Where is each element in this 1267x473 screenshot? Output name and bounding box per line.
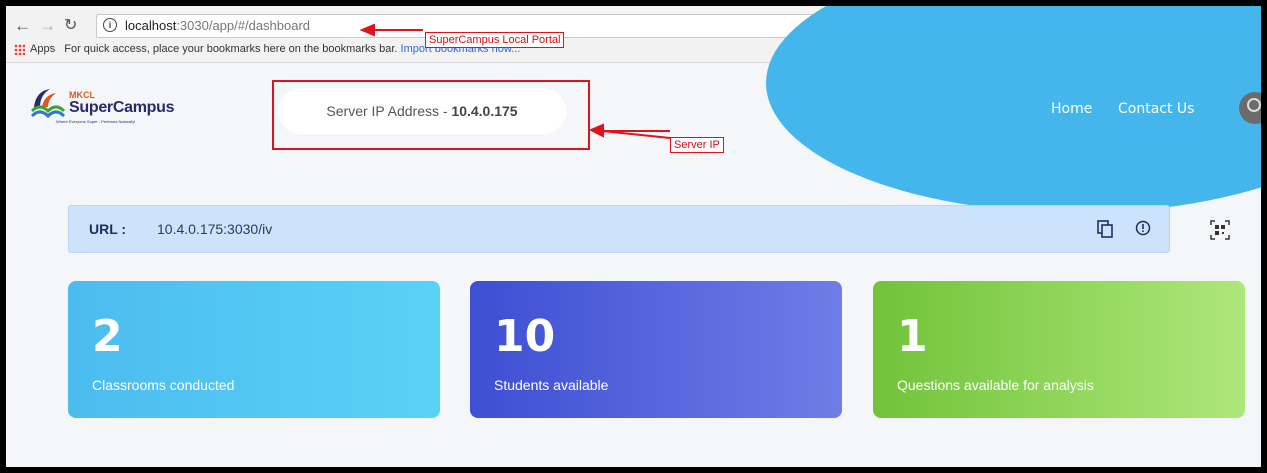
server-ip-highlight-box (272, 80, 590, 150)
url-strip: URL : 10.4.0.175:3030/iv (68, 205, 1170, 253)
nav-contact-link[interactable]: Contact Us (1118, 101, 1194, 117)
logo-tagline: Where Everyone Super - Performs Naturall… (56, 119, 136, 124)
info-circle-icon[interactable] (1135, 220, 1151, 236)
stat-number: 10 (494, 311, 556, 362)
stat-caption: Questions available for analysis (897, 377, 1094, 393)
bookmarks-hint: For quick access, place your bookmarks h… (64, 43, 398, 55)
stat-card-students[interactable]: 10 Students available (470, 281, 842, 418)
server-ip-annotation-label: Server IP (670, 137, 724, 153)
address-text: localhost:3030/app/#/dashboard (125, 18, 311, 33)
apps-grid-icon[interactable] (14, 43, 25, 55)
copy-icon[interactable] (1097, 220, 1113, 238)
app-page: MKCL SuperCampus Where Everyone Super - … (6, 6, 1261, 467)
reload-icon[interactable]: ↻ (64, 16, 77, 36)
qr-code-icon[interactable] (1210, 220, 1230, 240)
nav-home-link[interactable]: Home (1051, 101, 1092, 117)
screenshot-frame: ← → ↻ i localhost:3030/app/#/dashboard ☆… (6, 6, 1261, 467)
stat-number: 1 (897, 311, 928, 362)
supercampus-logo[interactable]: MKCL SuperCampus Where Everyone Super - … (30, 85, 200, 145)
url-label: URL : (89, 221, 127, 237)
logo-name-text: SuperCampus (69, 99, 175, 116)
portal-annotation-label: SuperCampus Local Portal (425, 32, 565, 48)
url-value: 10.4.0.175:3030/iv (157, 221, 273, 237)
stat-number: 2 (92, 311, 123, 362)
stat-card-questions[interactable]: 1 Questions available for analysis (873, 281, 1245, 418)
forward-icon[interactable]: → (39, 16, 56, 36)
stat-caption: Classrooms conducted (92, 377, 235, 393)
logo-mark-icon (30, 89, 66, 119)
back-icon[interactable]: ← (14, 16, 31, 36)
info-icon[interactable]: i (103, 18, 117, 32)
stat-card-classrooms[interactable]: 2 Classrooms conducted (68, 281, 440, 418)
stat-caption: Students available (494, 377, 609, 393)
apps-label[interactable]: Apps (30, 43, 55, 55)
